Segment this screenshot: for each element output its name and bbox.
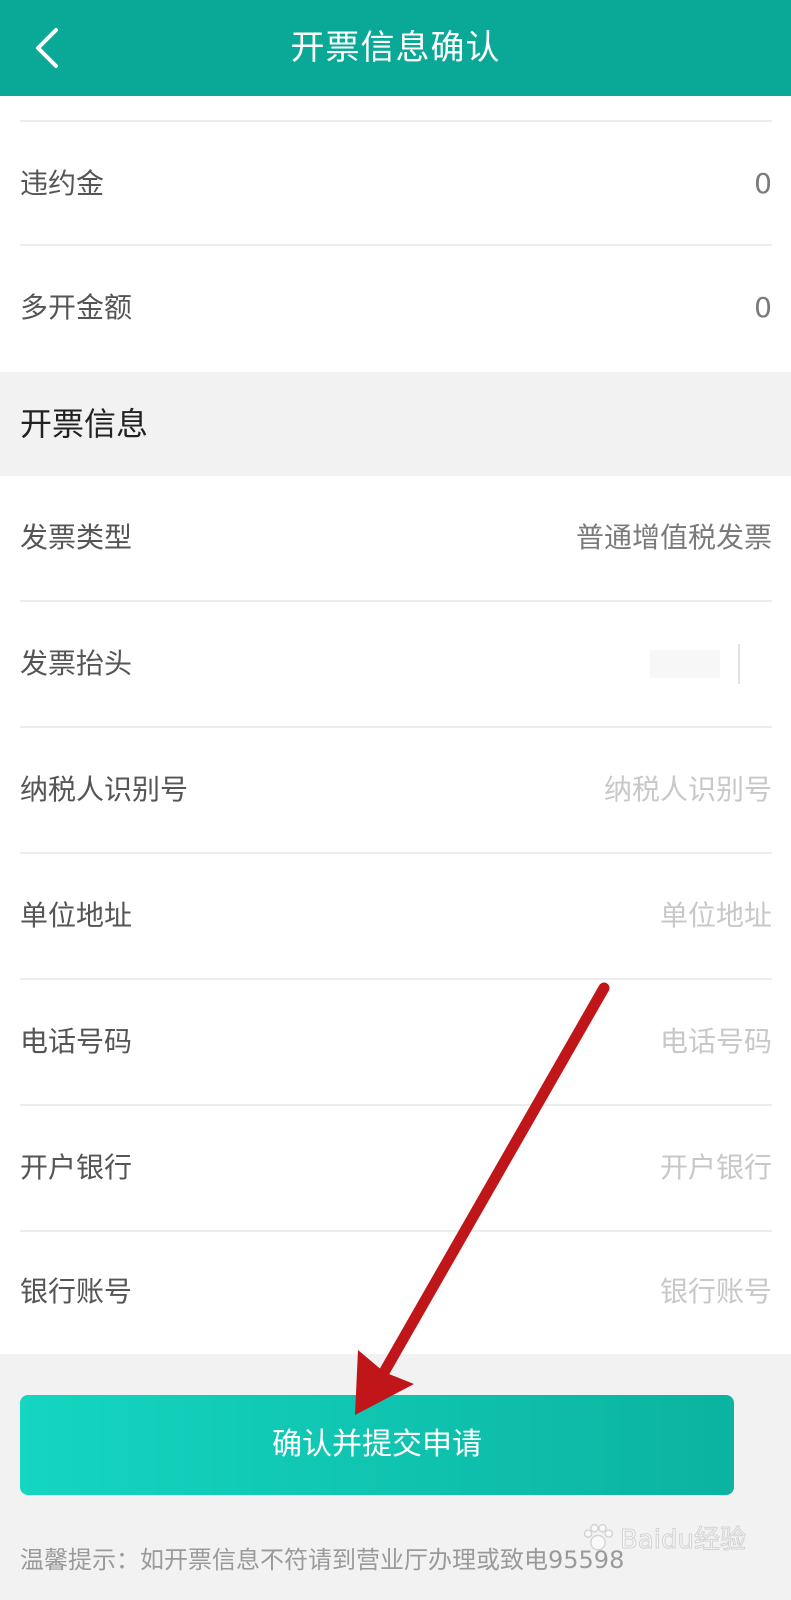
row-extra-amount: 多开金额 0 (20, 246, 772, 370)
paw-icon (583, 1523, 614, 1551)
row-penalty: 违约金 0 (20, 122, 772, 246)
section-title-invoice-info: 开票信息 (20, 405, 149, 443)
row-value: 0 (754, 167, 772, 200)
row-label: 违约金 (20, 167, 105, 200)
fee-panel: 违约金 0 多开金额 0 (0, 96, 791, 372)
row-label: 发票类型 (20, 521, 133, 554)
invoice-type-value: 普通增值税发票 (575, 521, 772, 554)
bank-account-input[interactable] (472, 1230, 772, 1354)
row-taxpayer-id: 纳税人识别号 (20, 728, 772, 852)
watermark-text: Baidu经验 (620, 1525, 747, 1556)
page-title: 开票信息确认 (290, 28, 501, 68)
invoice-info-panel: 发票类型 普通增值税发票 发票抬头 纳税人识别号 单位地址 电话号码 开户银行 … (0, 476, 791, 1354)
warm-tip: 温馨提示：如开票信息不符请到营业厅办理或致电95598 (20, 1546, 625, 1574)
redacted-text-block (650, 650, 720, 678)
row-label: 银行账号 (20, 1275, 133, 1308)
taxpayer-id-input[interactable] (472, 728, 772, 852)
bank-input[interactable] (472, 1106, 772, 1230)
row-bank-account: 银行账号 (20, 1230, 772, 1354)
row-invoice-title[interactable]: 发票抬头 (20, 602, 772, 726)
app-header: 开票信息确认 (0, 0, 791, 96)
row-label: 单位地址 (20, 899, 133, 932)
baidu-jingyan-watermark: Baidu经验 (580, 1505, 780, 1575)
submit-button[interactable]: 确认并提交申请 (20, 1395, 734, 1495)
row-company-address: 单位地址 (20, 854, 772, 978)
row-label: 纳税人识别号 (20, 773, 189, 806)
phone-input[interactable] (472, 980, 772, 1104)
row-invoice-type[interactable]: 发票类型 普通增值税发票 (20, 476, 772, 600)
row-label: 电话号码 (20, 1025, 133, 1058)
company-address-input[interactable] (472, 854, 772, 978)
row-bank: 开户银行 (20, 1106, 772, 1230)
row-label: 发票抬头 (20, 647, 133, 680)
row-label: 多开金额 (20, 291, 133, 324)
text-cursor (738, 644, 740, 684)
row-phone: 电话号码 (20, 980, 772, 1104)
row-value: 0 (754, 291, 772, 324)
row-label: 开户银行 (20, 1151, 133, 1184)
